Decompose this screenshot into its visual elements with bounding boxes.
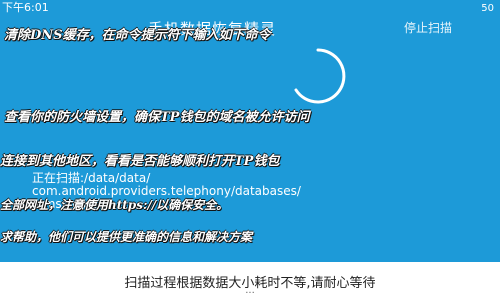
status-time: 下午6:01 [2,1,49,14]
overlay-text-1: 清除DNS缓存，在命令提示符下输入如下命令 [4,28,271,43]
bottom-info-panel: 扫描过程根据数据大小耗时不等,请耐心等待 ··· [0,262,500,300]
overlay-text-4: 全部网址，注意使用https://以确保安全。 [0,198,229,212]
progress-dots: ··· [245,288,255,299]
status-indicators: 50 [481,3,494,14]
loading-spinner-icon [294,48,346,104]
status-bar: 下午6:01 50 [0,0,500,16]
overlay-text-5: 求帮助，他们可以提供更准确的信息和解决方案 [0,230,253,244]
overlay-text-2: 查看你的防火墙设置，确保TP钱包的域名被允许访问 [4,110,310,125]
overlay-text-3: 连接到其他地区，看看是否能够顺利打开TP钱包 [0,154,280,169]
